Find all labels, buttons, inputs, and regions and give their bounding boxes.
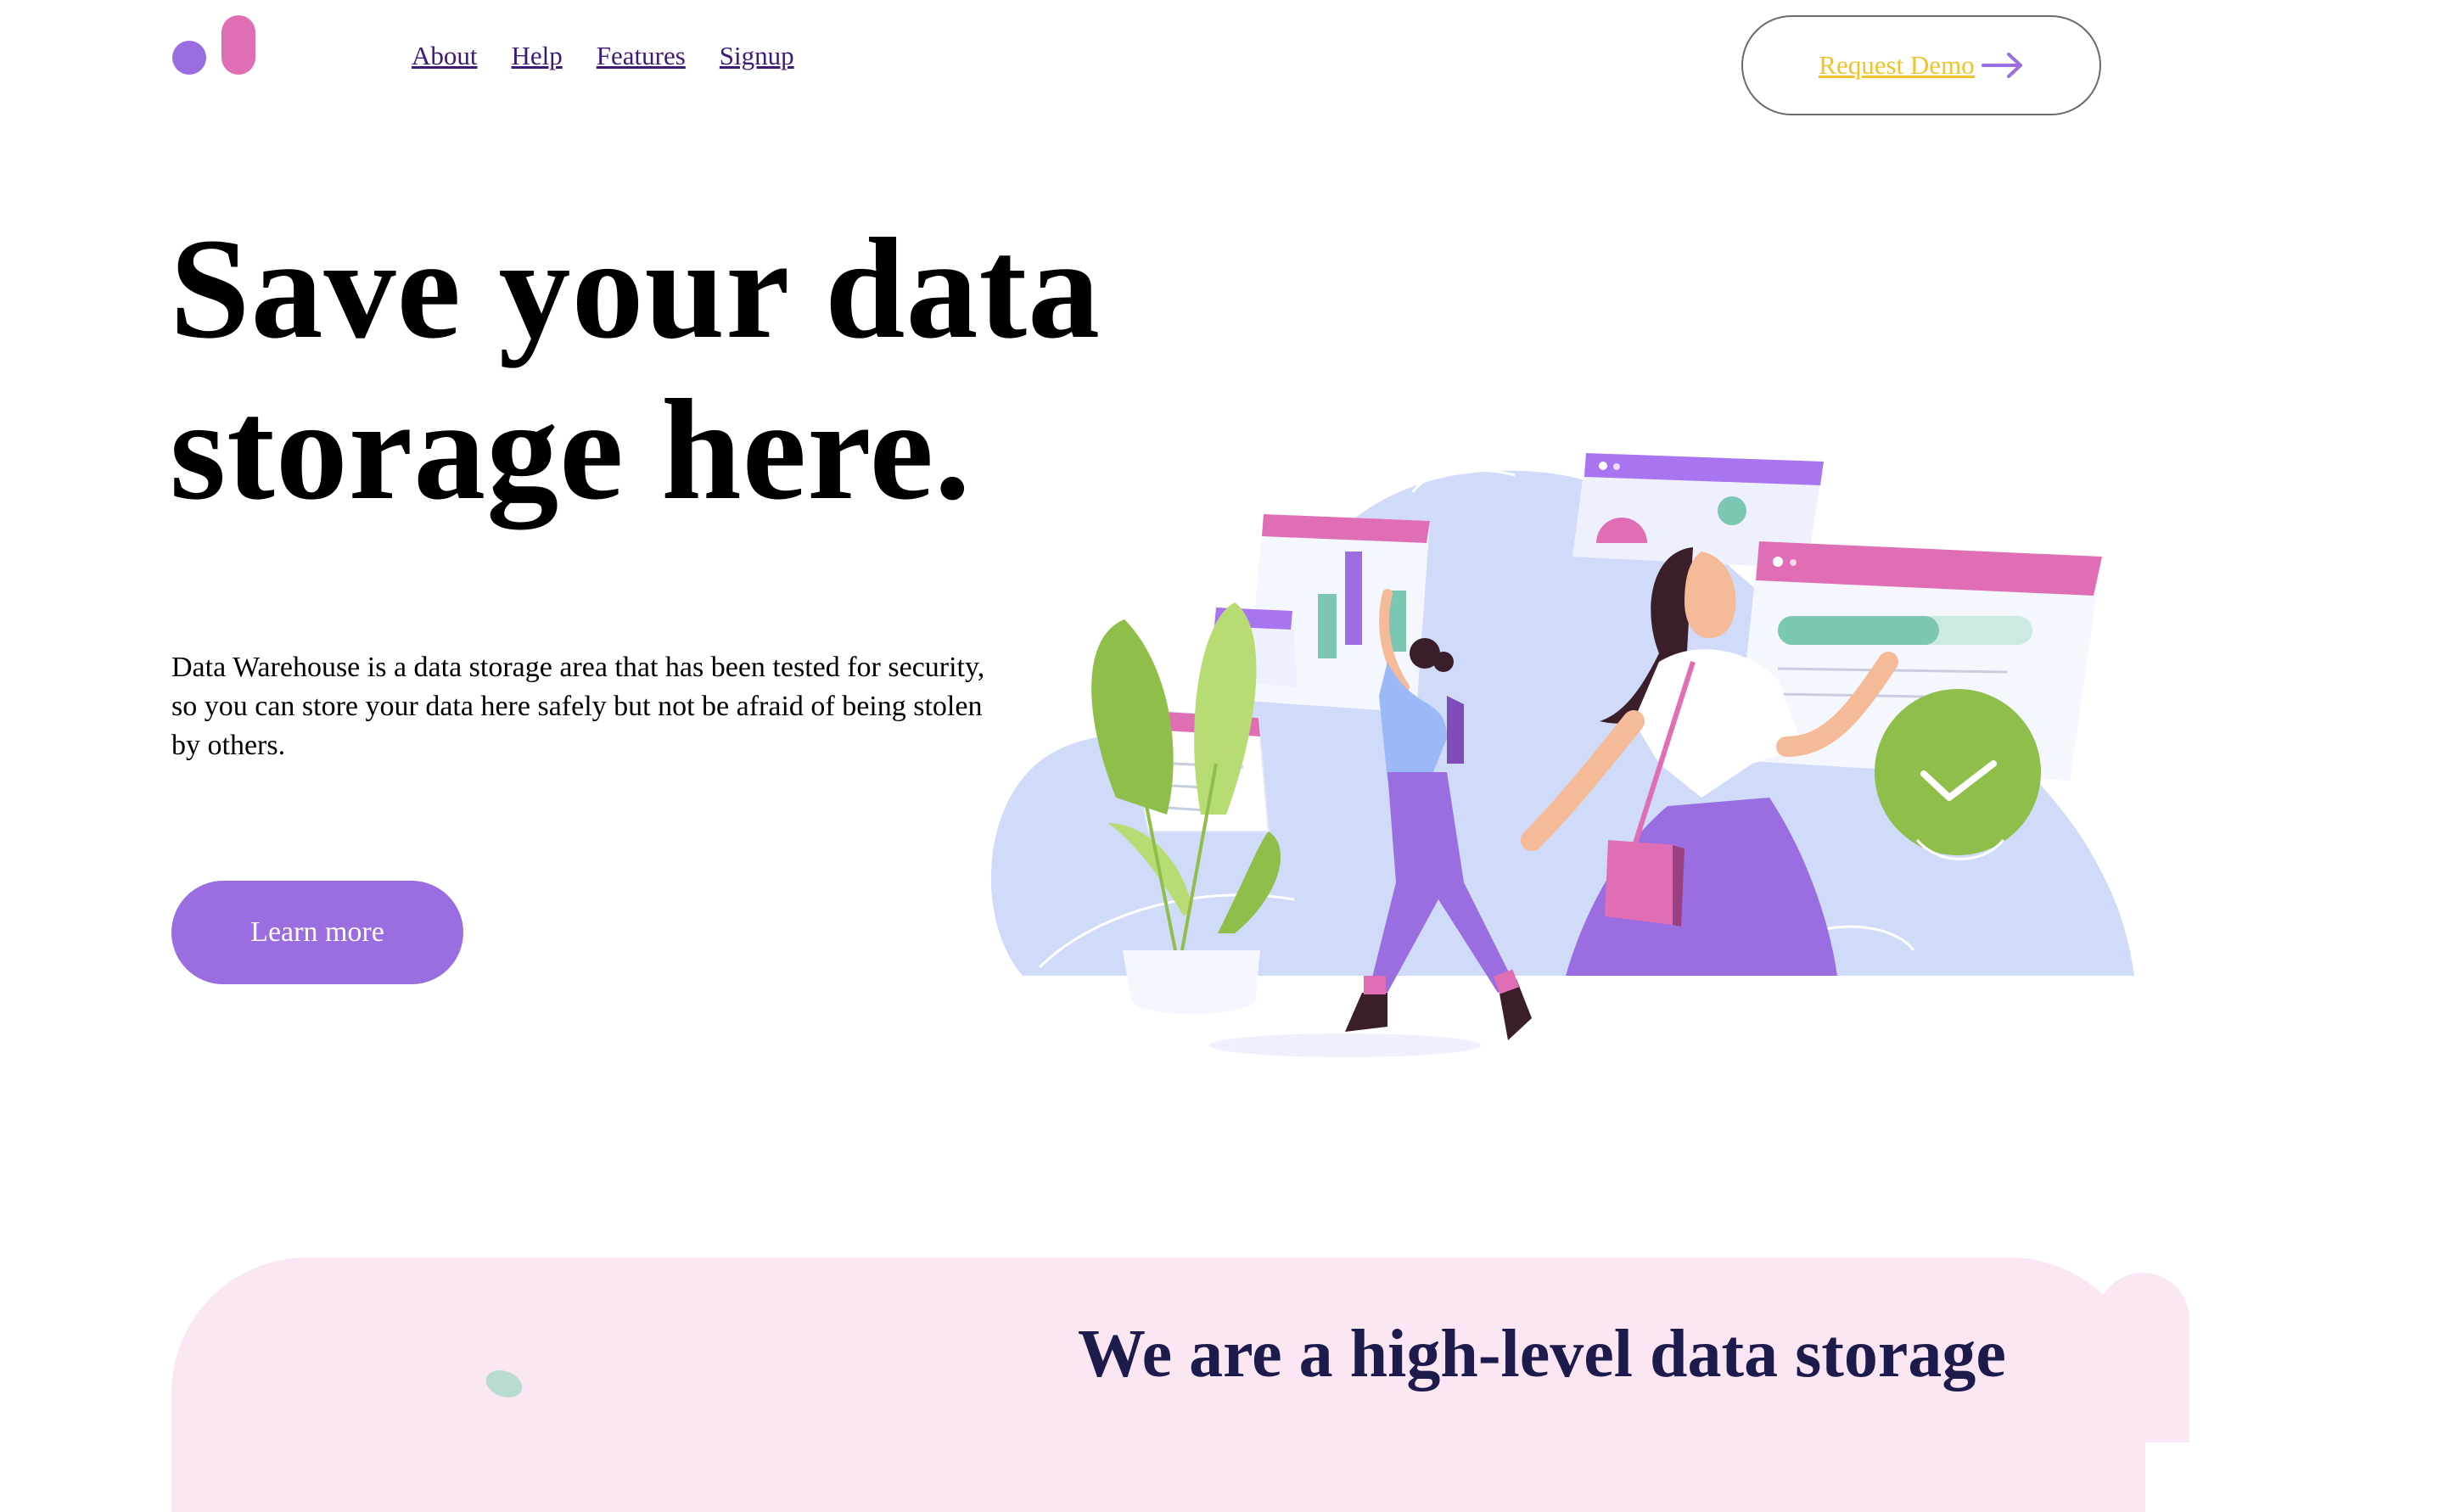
hero-description: Data Warehouse is a data storage area th… bbox=[171, 652, 985, 761]
nav-link-help[interactable]: Help bbox=[512, 41, 563, 71]
hero-illustration bbox=[990, 453, 2134, 1057]
learn-more-button[interactable]: Learn more bbox=[171, 881, 463, 984]
nav-link-features[interactable]: Features bbox=[597, 41, 686, 71]
brand-logo[interactable] bbox=[172, 15, 257, 76]
section-title: We are a high-level data storage bbox=[1078, 1317, 2006, 1392]
arrow-right-icon bbox=[1981, 53, 2022, 78]
request-demo-button[interactable]: Request Demo bbox=[1741, 15, 2101, 115]
logo-pill bbox=[221, 15, 255, 75]
logo-dot bbox=[172, 41, 206, 75]
nav-link-about[interactable]: About bbox=[412, 41, 478, 71]
nav-link-signup[interactable]: Signup bbox=[720, 41, 794, 71]
request-demo-label: Request Demo bbox=[1819, 50, 1975, 80]
top-nav: About Help Features Signup bbox=[412, 41, 794, 71]
